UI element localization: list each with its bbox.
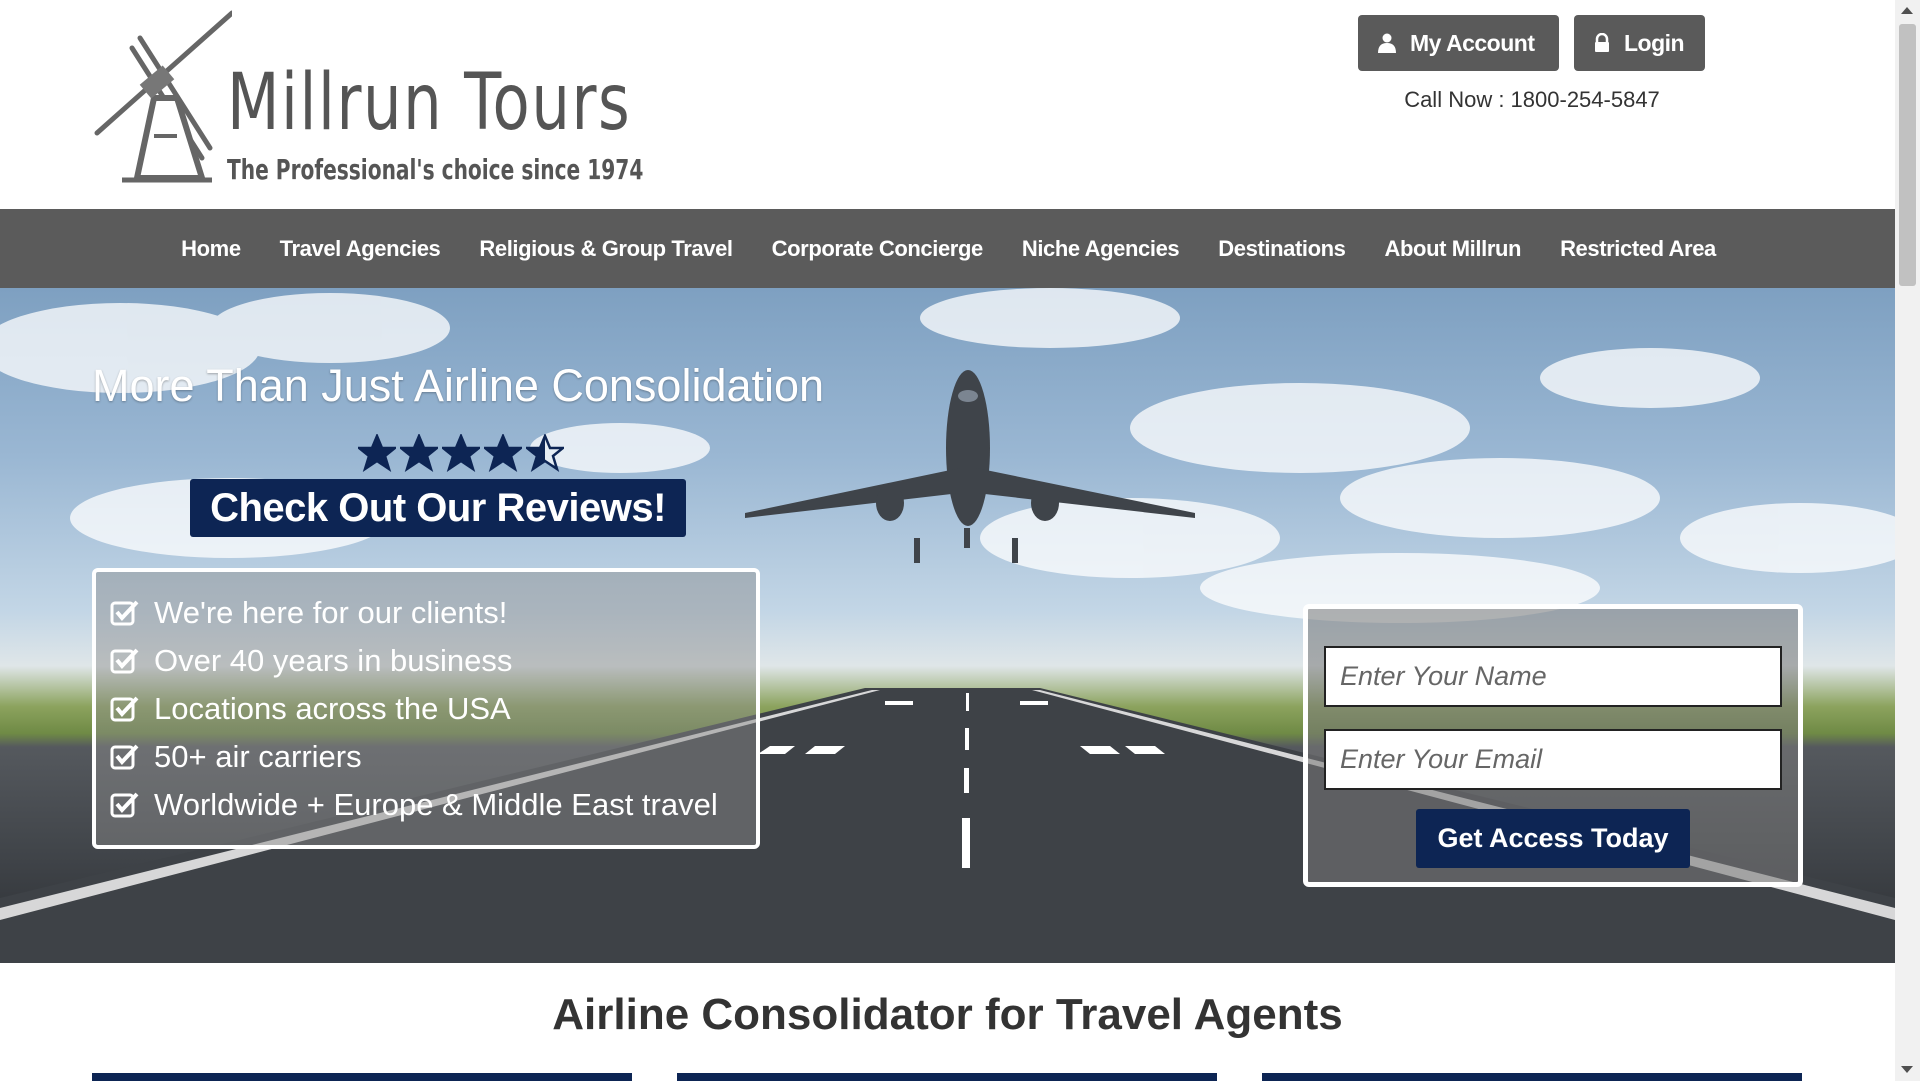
- feature-text: 50+ air carriers: [154, 739, 362, 774]
- star-icon: [358, 434, 396, 472]
- feature-text: Locations across the USA: [154, 691, 511, 726]
- logo-title: Millrun Tours: [227, 58, 632, 148]
- my-account-button[interactable]: My Account: [1358, 15, 1559, 71]
- card-top-bar: [92, 1073, 632, 1081]
- get-access-button[interactable]: Get Access Today: [1416, 809, 1690, 868]
- star-icon: [484, 434, 522, 472]
- star-icon: [526, 434, 564, 472]
- login-label: Login: [1624, 29, 1685, 56]
- nav-item-about-millrun[interactable]: About Millrun: [1365, 236, 1541, 262]
- scrollbar-thumb[interactable]: [1899, 24, 1916, 286]
- nav-list: Home Travel Agencies Religious & Group T…: [0, 209, 1895, 288]
- checkbox-checked-icon: [110, 792, 139, 818]
- nav-item-niche-agencies[interactable]: Niche Agencies: [1002, 236, 1198, 262]
- hero-title: More Than Just Airline Consolidation: [92, 360, 825, 411]
- section-title: Airline Consolidator for Travel Agents: [552, 990, 1343, 1039]
- feature-text: Over 40 years in business: [154, 643, 513, 678]
- star-rating: [358, 434, 564, 472]
- nav-item-corporate-concierge[interactable]: Corporate Concierge: [752, 236, 1002, 262]
- scroll-down-arrow-icon[interactable]: [1901, 1066, 1913, 1073]
- checkbox-checked-icon: [110, 648, 139, 674]
- page-scrollbar[interactable]: [1895, 0, 1920, 1081]
- login-button[interactable]: Login: [1574, 15, 1705, 71]
- windmill-logo-icon: [94, 10, 232, 183]
- main-nav: Home Travel Agencies Religious & Group T…: [0, 209, 1895, 288]
- checkbox-checked-icon: [110, 600, 139, 626]
- card-top-bar: [677, 1073, 1217, 1081]
- star-icon: [400, 434, 438, 472]
- features-box: We're here for our clients! Over 40 year…: [92, 568, 760, 849]
- hero-banner: More Than Just Airline Consolidation Che…: [0, 288, 1895, 963]
- site-header: Millrun Tours The Professional's choice …: [0, 0, 1895, 209]
- star-icon: [442, 434, 480, 472]
- feature-item: Worldwide + Europe & Middle East travel: [110, 781, 742, 829]
- access-form: Get Access Today: [1303, 604, 1803, 887]
- millrun-logo[interactable]: Millrun Tours The Professional's choice …: [92, 8, 643, 190]
- feature-text: Worldwide + Europe & Middle East travel: [154, 787, 718, 822]
- feature-item: 50+ air carriers: [110, 733, 742, 781]
- call-now-phone[interactable]: Call Now : 1800-254-5847: [1358, 87, 1706, 113]
- my-account-label: My Account: [1410, 29, 1535, 56]
- scroll-up-arrow-icon[interactable]: [1901, 7, 1913, 14]
- card-top-bar: [1262, 1073, 1802, 1081]
- feature-item: We're here for our clients!: [110, 589, 742, 637]
- nav-item-religious-group-travel[interactable]: Religious & Group Travel: [460, 236, 752, 262]
- user-icon: [1378, 33, 1396, 53]
- email-input[interactable]: [1324, 729, 1782, 790]
- checkbox-checked-icon: [110, 696, 139, 722]
- feature-item: Over 40 years in business: [110, 637, 742, 685]
- checkbox-checked-icon: [110, 744, 139, 770]
- card-top-bars: [92, 1073, 1802, 1081]
- check-reviews-button[interactable]: Check Out Our Reviews!: [190, 479, 686, 537]
- name-input[interactable]: [1324, 646, 1782, 707]
- nav-item-travel-agencies[interactable]: Travel Agencies: [260, 236, 460, 262]
- nav-item-restricted-area[interactable]: Restricted Area: [1541, 236, 1736, 262]
- account-buttons: My Account Login: [1358, 15, 1705, 71]
- feature-item: Locations across the USA: [110, 685, 742, 733]
- nav-item-home[interactable]: Home: [162, 236, 261, 262]
- nav-item-destinations[interactable]: Destinations: [1199, 236, 1365, 262]
- feature-text: We're here for our clients!: [154, 595, 508, 630]
- logo-tagline: The Professional's choice since 1974: [227, 153, 644, 186]
- lock-icon: [1595, 33, 1609, 52]
